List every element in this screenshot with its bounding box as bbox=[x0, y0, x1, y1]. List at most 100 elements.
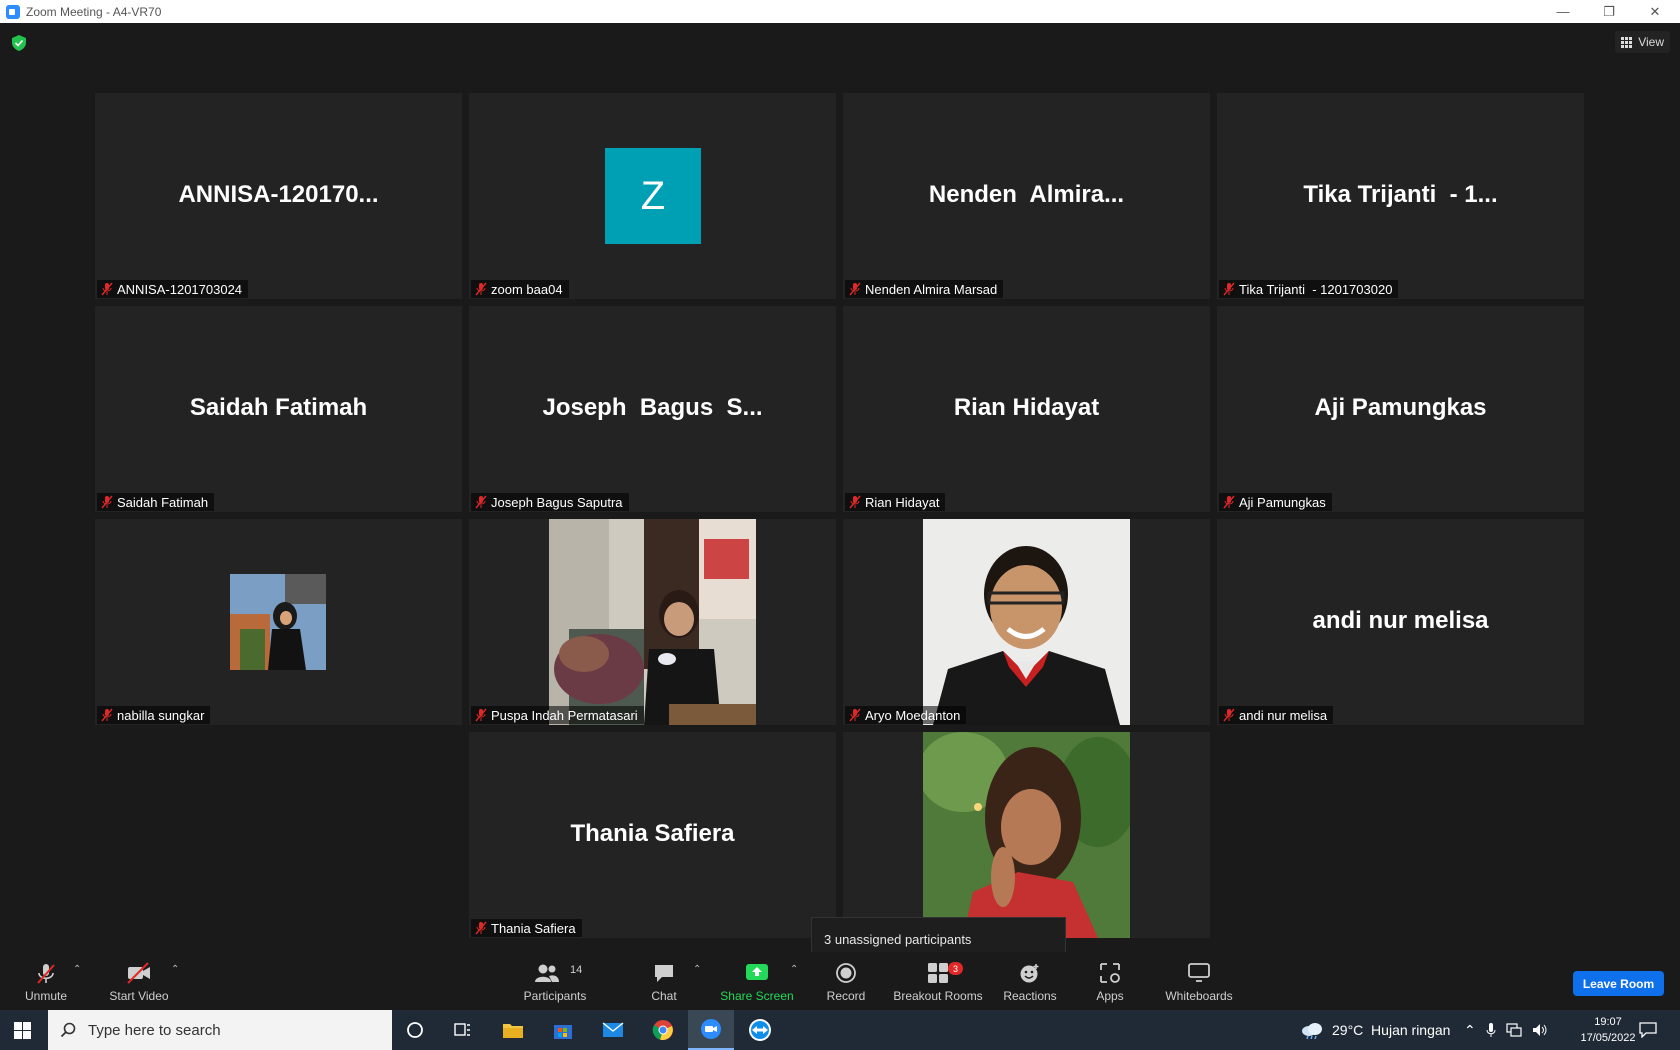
microsoft-store-icon[interactable] bbox=[540, 1010, 586, 1050]
mic-muted-icon bbox=[849, 282, 861, 296]
task-view-icon[interactable] bbox=[440, 1010, 486, 1050]
participant-profile-photo bbox=[230, 574, 326, 670]
leave-room-button[interactable]: Leave Room bbox=[1573, 971, 1664, 996]
participant-name: zoom baa04 bbox=[491, 281, 563, 297]
participant-big-name: Saidah Fatimah bbox=[189, 394, 368, 421]
video-tile[interactable]: Joseph Bagus S... Joseph Bagus Saputra bbox=[469, 306, 836, 512]
mic-muted-icon bbox=[475, 708, 487, 722]
meeting-area: View ANNISA-120170... ANNISA-1201703024 … bbox=[0, 23, 1680, 970]
volume-icon[interactable] bbox=[1532, 1023, 1548, 1037]
reactions-button[interactable]: Reactions bbox=[1002, 952, 1058, 1010]
restore-button[interactable]: ❐ bbox=[1586, 0, 1632, 23]
mic-muted-icon bbox=[101, 495, 113, 509]
participant-big-name: Rian Hidayat bbox=[953, 394, 1100, 421]
zoom-taskbar-icon[interactable] bbox=[688, 1010, 734, 1050]
view-label: View bbox=[1638, 35, 1664, 49]
whiteboards-button[interactable]: Whiteboards bbox=[1162, 952, 1236, 1010]
tray-expand-icon[interactable]: ⌃ bbox=[1464, 1022, 1476, 1039]
participant-name: Aryo Moedanton bbox=[865, 707, 961, 723]
participant-big-name: Aji Pamungkas bbox=[1314, 394, 1487, 421]
microphone-icon[interactable] bbox=[1486, 1022, 1496, 1038]
video-tile[interactable]: ANNISA-120170... ANNISA-1201703024 bbox=[95, 93, 462, 299]
participant-name: Puspa Indah Permatasari bbox=[491, 707, 638, 723]
participant-big-name: andi nur melisa bbox=[1312, 607, 1489, 634]
video-tile[interactable]: Tika Trijanti - 1... Tika Trijanti - 120… bbox=[1217, 93, 1584, 299]
video-tile[interactable]: Thania Safiera Thania Safiera bbox=[469, 732, 836, 938]
video-options-caret[interactable]: ⌃ bbox=[171, 964, 179, 975]
mic-muted-icon bbox=[1223, 708, 1235, 722]
whiteboard-icon bbox=[1188, 963, 1210, 982]
video-tile[interactable]: Nenden Almira... Nenden Almira Marsad bbox=[843, 93, 1210, 299]
participant-name: Nenden Almira Marsad bbox=[865, 281, 998, 297]
participant-name: Saidah Fatimah bbox=[117, 494, 209, 510]
participant-name: Joseph Bagus Saputra bbox=[491, 494, 623, 510]
video-tile[interactable]: Rian Hidayat Rian Hidayat bbox=[843, 306, 1210, 512]
share-options-caret[interactable]: ⌃ bbox=[790, 964, 798, 975]
participant-name-label: andi nur melisa bbox=[1219, 706, 1334, 724]
windows-start-icon[interactable] bbox=[14, 1022, 31, 1039]
start-video-button[interactable]: Start Video bbox=[104, 952, 174, 1010]
whiteboards-label: Whiteboards bbox=[1165, 989, 1233, 1003]
participant-name-label: Joseph Bagus Saputra bbox=[471, 493, 629, 511]
participant-name-label: nabilla sungkar bbox=[97, 706, 211, 724]
participants-button[interactable]: 14 Participants bbox=[520, 952, 590, 1010]
chrome-icon[interactable] bbox=[640, 1010, 686, 1050]
participant-name: Rian Hidayat bbox=[865, 494, 940, 510]
grid-view-icon bbox=[1621, 36, 1633, 48]
network-icon[interactable] bbox=[1506, 1023, 1522, 1037]
mic-muted-icon bbox=[1223, 282, 1235, 296]
video-tile[interactable]: Saidah Fatimah Saidah Fatimah bbox=[95, 306, 462, 512]
chat-button[interactable]: Chat bbox=[644, 952, 684, 1010]
teamviewer-icon[interactable] bbox=[737, 1010, 783, 1050]
breakout-rooms-button[interactable]: 3 Breakout Rooms bbox=[893, 952, 983, 1010]
taskbar-clock[interactable]: 19:07 17/05/2022 bbox=[1578, 1014, 1638, 1046]
security-shield-icon[interactable] bbox=[12, 35, 26, 51]
reactions-label: Reactions bbox=[1003, 989, 1057, 1003]
video-tile[interactable]: andi nur melisa andi nur melisa bbox=[1217, 519, 1584, 725]
cortana-icon[interactable] bbox=[392, 1010, 438, 1050]
participant-big-name: Joseph Bagus S... bbox=[542, 394, 763, 421]
participant-big-name: Nenden Almira... bbox=[928, 181, 1125, 208]
tooltip-text: 3 unassigned participants bbox=[824, 932, 972, 947]
participants-label: Participants bbox=[523, 989, 587, 1003]
video-tile[interactable]: Puspa Indah Permatasari bbox=[469, 519, 836, 725]
participant-name: andi nur melisa bbox=[1239, 707, 1328, 723]
chat-options-caret[interactable]: ⌃ bbox=[693, 964, 701, 975]
participant-big-name: ANNISA-120170... bbox=[178, 181, 379, 208]
record-icon bbox=[836, 963, 856, 983]
share-screen-icon bbox=[746, 964, 768, 980]
mic-muted-icon bbox=[849, 495, 861, 509]
file-explorer-icon[interactable] bbox=[490, 1010, 536, 1050]
minimize-button[interactable]: — bbox=[1540, 0, 1586, 23]
mail-icon[interactable] bbox=[590, 1010, 636, 1050]
participant-name: Tika Trijanti - 1201703020 bbox=[1239, 281, 1393, 297]
taskbar-search-box[interactable]: Type here to search bbox=[48, 1010, 392, 1050]
participant-name-label: Aji Pamungkas bbox=[1219, 493, 1332, 511]
search-icon bbox=[60, 1022, 76, 1038]
close-button[interactable]: ✕ bbox=[1632, 0, 1678, 23]
share-screen-button[interactable]: Share Screen bbox=[720, 952, 794, 1010]
video-tile[interactable]: Z zoom baa04 bbox=[469, 93, 836, 299]
audio-options-caret[interactable]: ⌃ bbox=[73, 964, 81, 975]
record-button[interactable]: Record bbox=[822, 952, 870, 1010]
video-tile[interactable] bbox=[843, 732, 1210, 938]
participant-name-label: Tika Trijanti - 1201703020 bbox=[1219, 280, 1399, 298]
mic-muted-icon bbox=[475, 282, 487, 296]
breakout-rooms-label: Breakout Rooms bbox=[893, 989, 983, 1003]
mic-muted-icon bbox=[101, 708, 113, 722]
mic-muted-icon bbox=[475, 495, 487, 509]
meeting-toolbar: Unmute ⌃ Start Video ⌃ 14 Participants C… bbox=[0, 952, 1680, 1010]
video-tile[interactable]: nabilla sungkar bbox=[95, 519, 462, 725]
chat-label: Chat bbox=[651, 989, 677, 1003]
participant-video bbox=[923, 732, 1130, 938]
apps-button[interactable]: Apps bbox=[1092, 952, 1128, 1010]
view-button[interactable]: View bbox=[1615, 31, 1670, 53]
video-tile[interactable]: Aryo Moedanton bbox=[843, 519, 1210, 725]
video-tile[interactable]: Aji Pamungkas Aji Pamungkas bbox=[1217, 306, 1584, 512]
mic-muted-icon bbox=[849, 708, 861, 722]
participant-avatar: Z bbox=[605, 148, 701, 244]
unmute-button[interactable]: Unmute bbox=[18, 952, 74, 1010]
weather-widget[interactable]: 29°C Hujan ringan bbox=[1300, 1010, 1450, 1050]
start-video-label: Start Video bbox=[109, 989, 169, 1003]
notifications-icon[interactable] bbox=[1630, 1010, 1666, 1050]
